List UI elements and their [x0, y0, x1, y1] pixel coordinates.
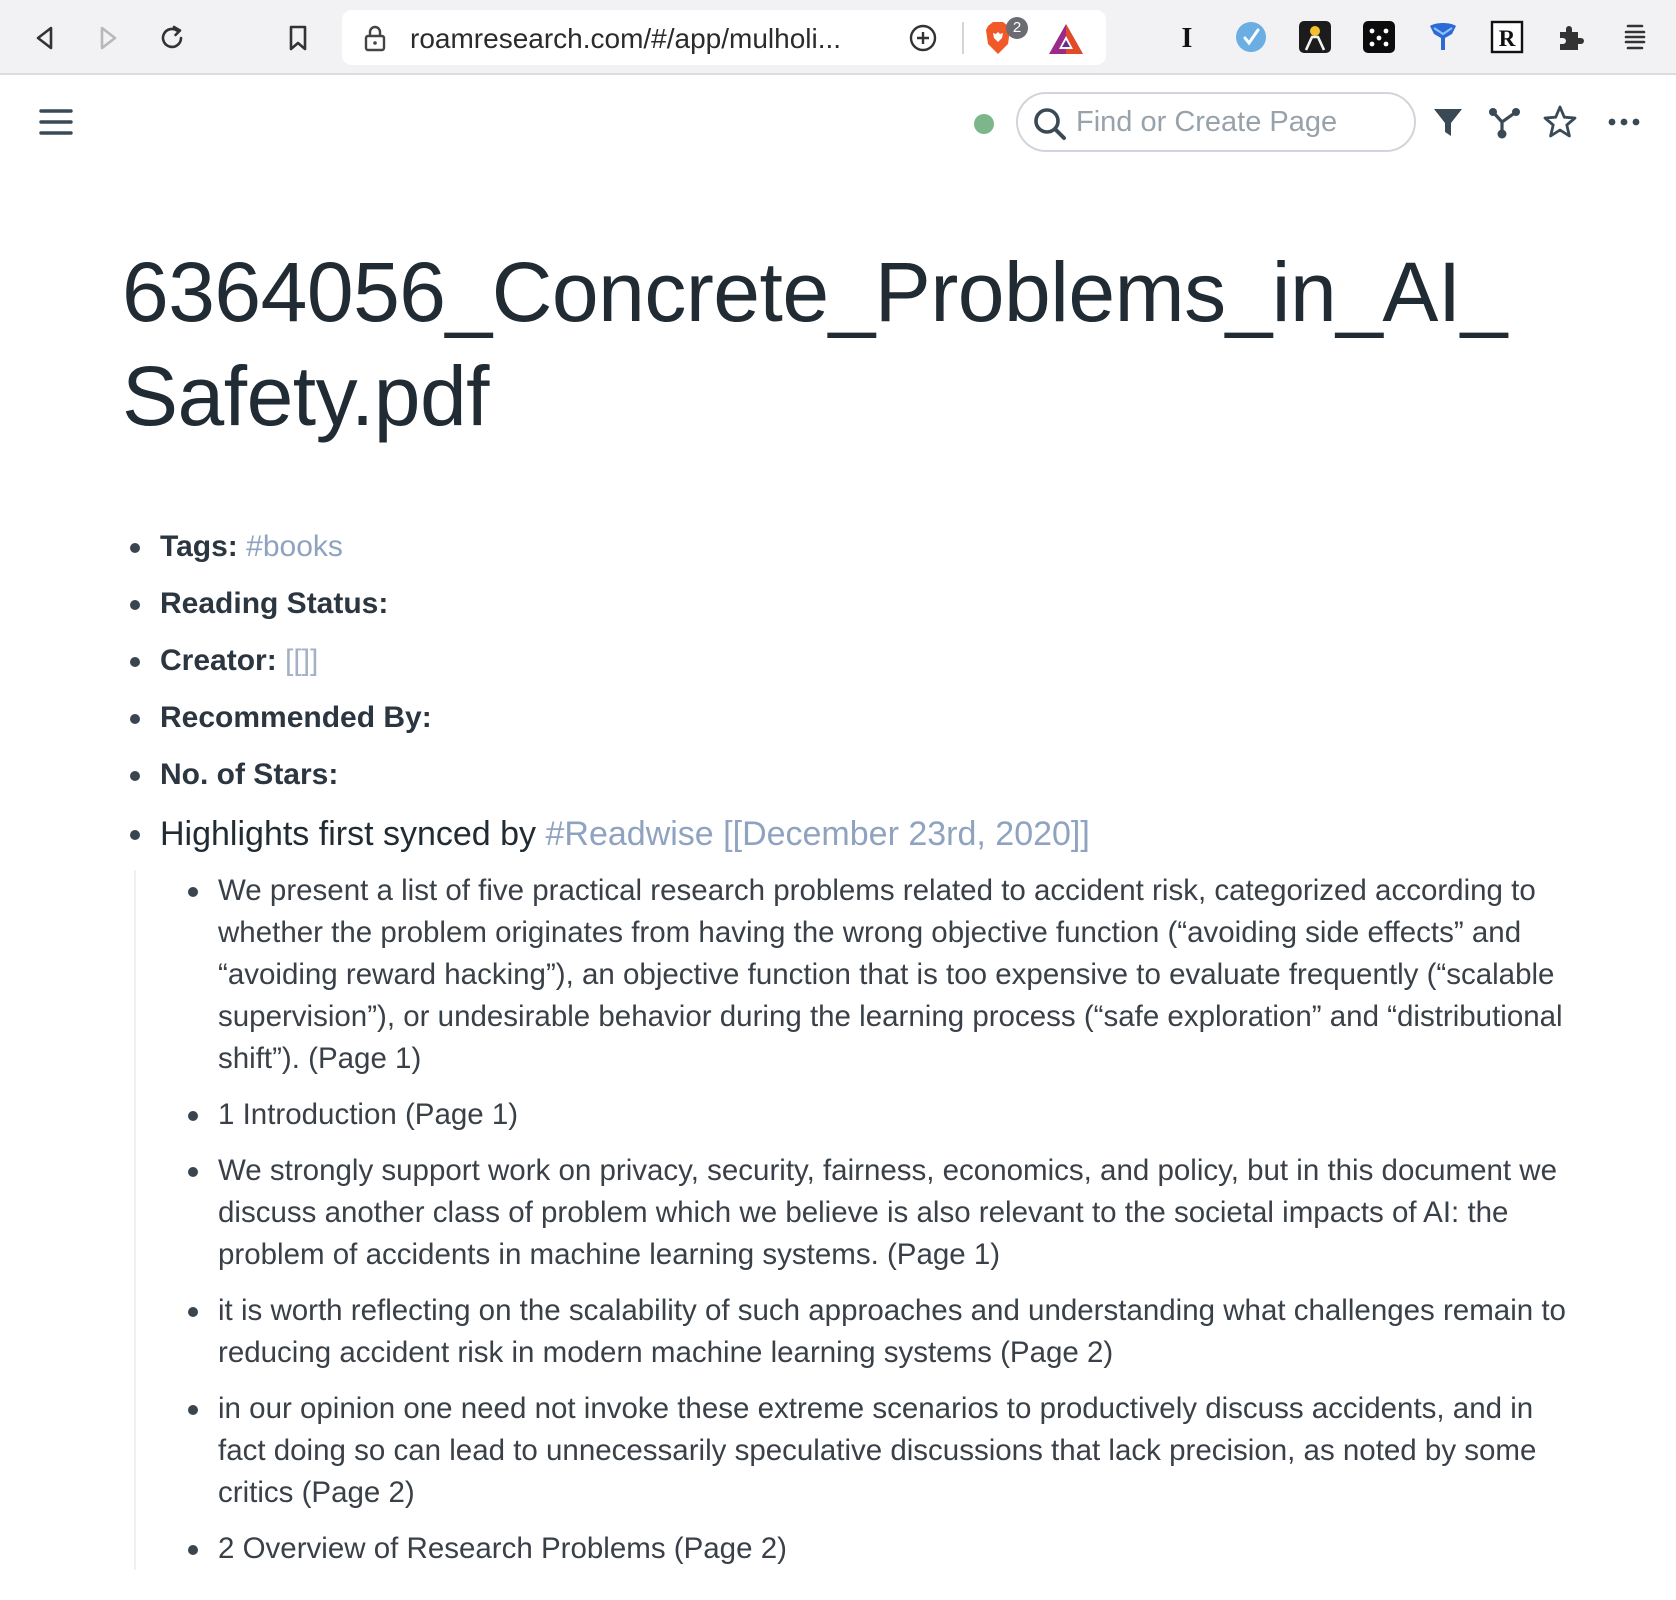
block-bullet[interactable] — [188, 1545, 198, 1555]
empty-page-link[interactable]: [[]] — [285, 644, 318, 677]
block-bullet[interactable] — [188, 1307, 198, 1317]
address-bar[interactable]: roamresearch.com/#/app/mulholi... 2 — [342, 10, 1106, 65]
attribute-label: Tags: — [160, 530, 238, 563]
sync-status-dot — [974, 114, 994, 134]
ext-shield-icon[interactable] — [1426, 20, 1460, 54]
block-bullet[interactable] — [130, 714, 140, 724]
attribute-label: Reading Status: — [160, 587, 389, 620]
ext-instapaper-icon[interactable]: I — [1170, 20, 1204, 54]
ext-check-icon[interactable] — [1234, 20, 1268, 54]
block-bullet[interactable] — [188, 887, 198, 897]
block-bullet[interactable] — [188, 1405, 198, 1415]
highlights-header-text: Highlights first synced by — [160, 815, 537, 853]
ext-dots-icon[interactable] — [1362, 20, 1396, 54]
attribute-block-tags[interactable]: Tags: #books — [122, 526, 1582, 568]
bookmark-icon[interactable] — [278, 18, 318, 58]
graph-icon[interactable] — [1486, 104, 1522, 140]
block-list: Tags: #books Reading Status: Creator: [[… — [122, 526, 1582, 1584]
more-options-icon[interactable] — [1606, 104, 1642, 140]
attribute-block-recommended-by[interactable]: Recommended By: — [122, 697, 1582, 739]
attribute-label: Recommended By: — [160, 701, 432, 734]
highlight-text: in our opinion one need not invoke these… — [218, 1392, 1537, 1509]
block-bullet[interactable] — [130, 657, 140, 667]
attribute-label: Creator: — [160, 644, 277, 677]
search-input[interactable] — [1076, 102, 1406, 142]
reload-icon[interactable] — [152, 18, 192, 58]
highlight-text: it is worth reflecting on the scalabilit… — [218, 1294, 1566, 1369]
block-bullet[interactable] — [130, 543, 140, 553]
highlight-block[interactable]: 1 Introduction (Page 1) — [180, 1094, 1582, 1136]
date-page-link[interactable]: [[December 23rd, 2020]] — [723, 815, 1090, 853]
highlight-block[interactable]: 2 Overview of Research Problems (Page 2) — [180, 1528, 1582, 1570]
extensions-puzzle-icon[interactable] — [1554, 20, 1588, 54]
ext-readwise-letter: R — [1499, 26, 1516, 51]
block-bullet[interactable] — [188, 1167, 198, 1177]
star-icon[interactable] — [1542, 104, 1578, 140]
block-bullet[interactable] — [188, 1111, 198, 1121]
highlight-block[interactable]: it is worth reflecting on the scalabilit… — [180, 1290, 1582, 1374]
page-title[interactable]: 6364056_Concrete_Problems_in_AI_Safety.p… — [122, 240, 1562, 448]
filter-icon[interactable] — [1430, 104, 1466, 140]
brave-badge: 2 — [1006, 17, 1028, 39]
lock-icon — [364, 25, 386, 52]
highlights-header-block[interactable]: Highlights first synced by #Readwise [[D… — [122, 812, 1582, 856]
url-text[interactable]: roamresearch.com/#/app/mulholi... — [410, 23, 841, 55]
highlights-children: We present a list of five practical rese… — [134, 870, 1582, 1570]
ext-instapaper-letter: I — [1182, 23, 1193, 54]
highlight-text: We present a list of five practical rese… — [218, 874, 1563, 1075]
add-icon[interactable] — [907, 22, 939, 54]
highlight-block[interactable]: in our opinion one need not invoke these… — [180, 1388, 1582, 1514]
tag-link-readwise[interactable]: #Readwise — [546, 815, 714, 853]
address-separator — [962, 22, 964, 54]
browser-menu-icon[interactable] — [1618, 20, 1652, 54]
block-bullet[interactable] — [130, 600, 140, 610]
sidebar-menu-icon[interactable] — [38, 104, 74, 140]
ext-person-icon[interactable] — [1298, 20, 1332, 54]
search-box[interactable] — [1016, 92, 1416, 152]
highlight-block[interactable]: We strongly support work on privacy, sec… — [180, 1150, 1582, 1276]
attribute-block-stars[interactable]: No. of Stars: — [122, 754, 1582, 796]
highlight-block[interactable]: We present a list of five practical rese… — [180, 870, 1582, 1080]
block-bullet[interactable] — [130, 830, 140, 840]
ext-readwise-icon[interactable]: R — [1490, 20, 1524, 54]
forward-icon[interactable] — [88, 18, 128, 58]
highlight-text: 1 Introduction (Page 1) — [218, 1098, 519, 1131]
tag-link-books[interactable]: #books — [246, 530, 343, 563]
bat-rewards-icon[interactable] — [1047, 22, 1085, 56]
block-bullet[interactable] — [130, 771, 140, 781]
browser-toolbar: roamresearch.com/#/app/mulholi... 2 I R — [0, 0, 1676, 75]
attribute-block-reading-status[interactable]: Reading Status: — [122, 583, 1582, 625]
back-icon[interactable] — [25, 18, 65, 58]
search-icon — [1034, 108, 1066, 140]
highlight-text: 2 Overview of Research Problems (Page 2) — [218, 1532, 787, 1565]
attribute-label: No. of Stars: — [160, 758, 339, 791]
attribute-block-creator[interactable]: Creator: [[]] — [122, 640, 1582, 682]
highlight-text: We strongly support work on privacy, sec… — [218, 1154, 1558, 1271]
